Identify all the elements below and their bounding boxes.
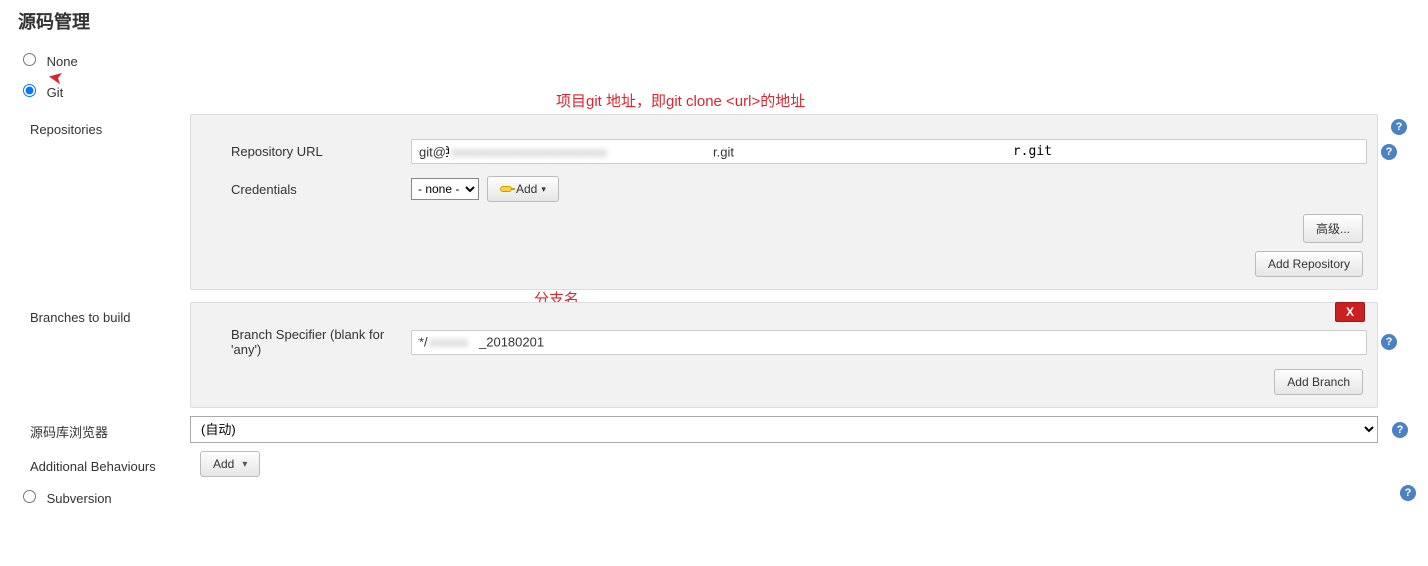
delete-branch-button[interactable]: X (1335, 302, 1365, 322)
repo-url-input[interactable] (411, 139, 1367, 164)
scm-subversion-label: Subversion (47, 491, 112, 506)
repo-browser-label: 源码库浏览器 (30, 418, 190, 441)
additional-behaviours-label: Additional Behaviours (30, 455, 200, 474)
help-icon[interactable]: ? (1392, 422, 1408, 438)
branch-specifier-label: Branch Specifier (blank for 'any') (201, 327, 411, 357)
scm-none-radio[interactable] (23, 53, 36, 66)
key-icon (500, 186, 512, 192)
branch-specifier-input[interactable] (411, 330, 1367, 355)
add-behaviour-button[interactable]: Add (200, 451, 260, 477)
scm-subversion-radio[interactable] (23, 490, 36, 503)
repo-url-label: Repository URL (201, 144, 411, 159)
add-credential-label: Add (516, 182, 537, 196)
section-title: 源码管理 (0, 0, 1428, 44)
advanced-button[interactable]: 高级... (1303, 214, 1363, 243)
credentials-select[interactable]: - none - (411, 178, 479, 200)
branches-panel: X Branch Specifier (blank for 'any') */ … (190, 302, 1378, 408)
help-icon[interactable]: ? (1400, 485, 1416, 501)
help-icon[interactable]: ? (1391, 119, 1407, 135)
add-repository-button[interactable]: Add Repository (1255, 251, 1363, 277)
add-branch-button[interactable]: Add Branch (1274, 369, 1363, 395)
help-icon[interactable]: ? (1381, 144, 1397, 160)
repositories-label: Repositories (30, 110, 190, 137)
scm-none-label: None (47, 54, 78, 69)
repo-browser-select[interactable]: (自动) (190, 416, 1378, 443)
scm-git-label: Git (47, 85, 64, 100)
credentials-label: Credentials (201, 182, 411, 197)
add-credential-button[interactable]: Add▾ (487, 176, 559, 202)
branches-label: Branches to build (30, 298, 190, 325)
scm-git-radio[interactable] (23, 84, 36, 97)
repository-panel: ? Repository URL git@ xxxxxxxxxxxxxxxxxx… (190, 114, 1378, 290)
help-icon[interactable]: ? (1381, 334, 1397, 350)
